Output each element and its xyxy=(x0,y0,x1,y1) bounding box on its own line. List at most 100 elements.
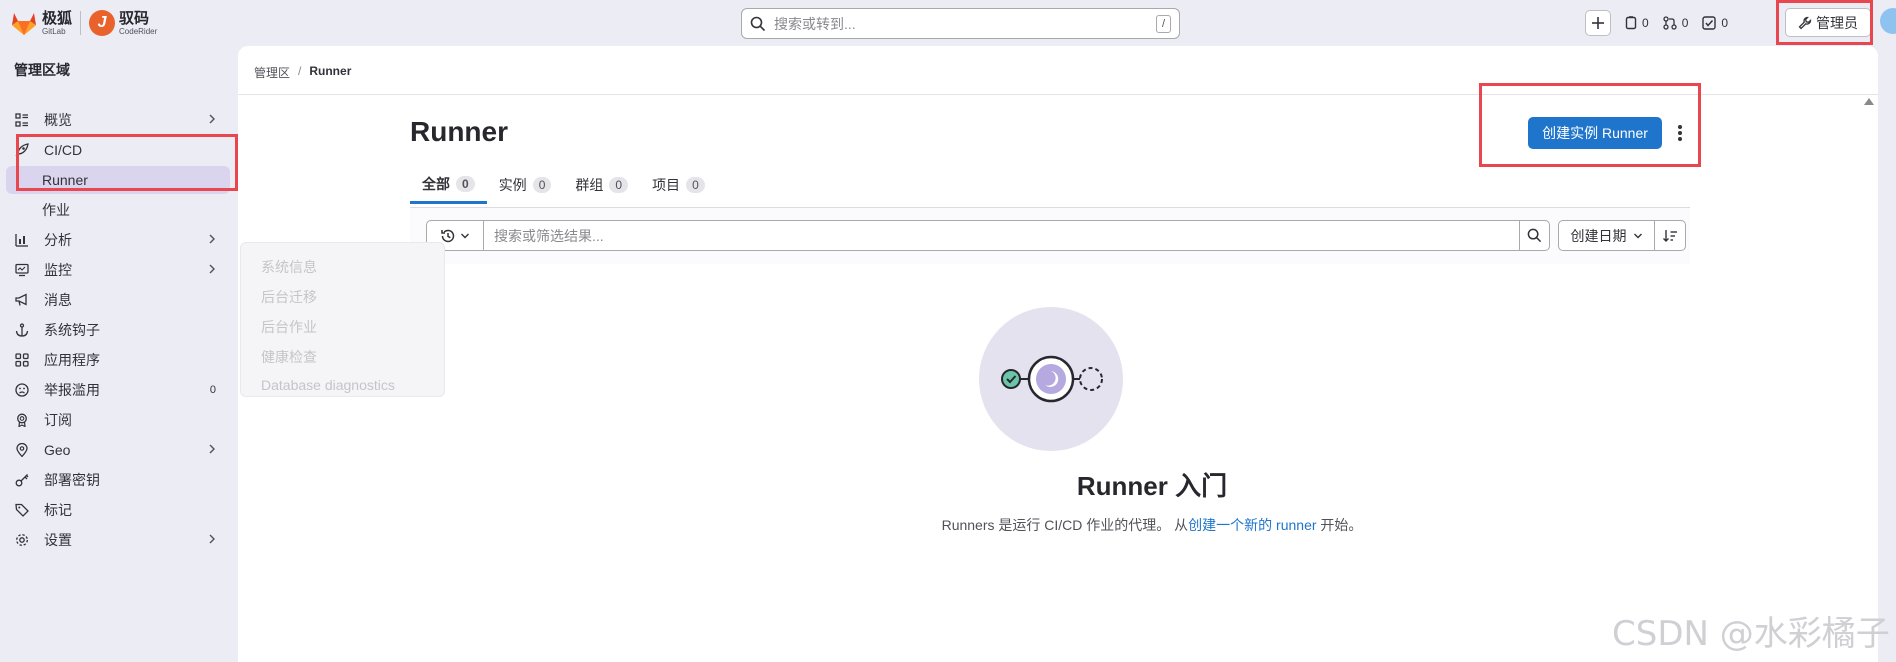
csdn-watermark: CSDN @水彩橘子 xyxy=(1612,614,1890,654)
tab-instance[interactable]: 实例 0 xyxy=(487,166,564,204)
partner-name-cn: 驭码 xyxy=(119,9,150,27)
sidebar-item-applications[interactable]: 应用程序 xyxy=(6,346,230,374)
highlight-box-admin xyxy=(1776,0,1873,45)
user-avatar[interactable] xyxy=(1880,8,1896,34)
sidebar-item-abuse-reports[interactable]: 举报滥用 0 xyxy=(6,376,230,404)
coderider-logo-icon: J xyxy=(89,10,116,36)
flyout-item[interactable]: 后台迁移 xyxy=(261,287,317,307)
sidebar-item-messages[interactable]: 消息 xyxy=(6,286,230,314)
sidebar-item-analytics[interactable]: 分析 xyxy=(6,226,230,254)
sidebar-item-system-hooks[interactable]: 系统钩子 xyxy=(6,316,230,344)
global-search[interactable]: 搜索或转到... / xyxy=(741,8,1180,39)
sidebar-item-label: Geo xyxy=(44,442,71,458)
highlight-box-create-runner xyxy=(1479,83,1701,167)
chevron-right-icon xyxy=(209,114,215,124)
merge-requests-counter[interactable]: 0 xyxy=(1663,16,1689,30)
issues-icon xyxy=(1625,16,1637,30)
issues-counter[interactable]: 0 xyxy=(1625,16,1649,30)
tab-project[interactable]: 项目 0 xyxy=(640,166,717,204)
empty-state-illustration xyxy=(979,307,1123,451)
empty-state-description: Runners 是运行 CI/CD 作业的代理。 从创建一个新的 runner … xyxy=(238,515,1878,535)
todos-count: 0 xyxy=(1721,16,1729,30)
flyout-item[interactable]: 后台作业 xyxy=(261,317,317,337)
filter-search-input[interactable]: 搜索或筛选结果... xyxy=(483,220,1520,251)
filter-bar: 搜索或筛选结果... 创建日期 xyxy=(410,208,1690,264)
sort-field-label: 创建日期 xyxy=(1570,227,1627,244)
chevron-right-icon xyxy=(209,234,215,244)
gear-icon xyxy=(14,532,30,548)
flyout-item[interactable]: 系统信息 xyxy=(261,257,317,277)
sidebar-title: 管理区域 xyxy=(14,62,70,78)
tab-count-badge: 0 xyxy=(609,177,629,193)
runner-type-tabs: 全部 0 实例 0 群组 0 项目 0 xyxy=(410,166,717,208)
tab-count-badge: 0 xyxy=(686,177,705,193)
sidebar-item-jobs[interactable]: 作业 xyxy=(6,196,230,224)
sidebar-item-subscription[interactable]: 订阅 xyxy=(6,406,230,434)
todo-check-icon xyxy=(1702,16,1717,30)
sort-direction-button[interactable] xyxy=(1654,220,1686,251)
gitlab-fox-icon xyxy=(12,13,36,35)
breadcrumb-admin-link[interactable]: 管理区 xyxy=(254,64,290,81)
top-right-actions: 0 0 0 xyxy=(1585,9,1728,37)
partner-name-en: CodeRider xyxy=(119,26,158,36)
chevron-right-icon xyxy=(209,264,215,274)
create-new-button[interactable] xyxy=(1585,10,1611,36)
page-title: Runner xyxy=(410,116,508,147)
brand-name: 极狐 GitLab xyxy=(42,11,72,36)
overview-grid-icon xyxy=(14,112,30,128)
tag-icon xyxy=(14,502,30,518)
search-shortcut-key: / xyxy=(1155,14,1171,33)
merge-request-icon xyxy=(1663,16,1677,30)
sad-face-icon xyxy=(14,382,30,398)
sidebar-item-label: 标记 xyxy=(44,502,72,518)
tab-count-badge: 0 xyxy=(532,177,552,193)
chart-bars-icon xyxy=(14,232,30,248)
highlight-box-runner xyxy=(16,134,238,191)
breadcrumb-separator: / xyxy=(298,64,302,78)
sidebar-item-label: 作业 xyxy=(42,202,70,218)
breadcrumb-current[interactable]: Runner xyxy=(309,64,351,81)
sidebar-item-geo[interactable]: Geo xyxy=(6,436,230,464)
tab-label: 全部 xyxy=(422,175,450,192)
sidebar-item-deploy-keys[interactable]: 部署密钥 xyxy=(6,466,230,494)
anchor-icon xyxy=(14,322,30,338)
location-pin-icon xyxy=(14,442,30,458)
sidebar-item-labels[interactable]: 标记 xyxy=(6,496,230,524)
todos-counter[interactable]: 0 xyxy=(1702,16,1728,30)
plus-icon xyxy=(1592,17,1604,29)
sidebar-item-label: 应用程序 xyxy=(44,352,100,368)
sort-descending-icon xyxy=(1663,229,1677,242)
tab-group[interactable]: 群组 0 xyxy=(563,166,640,204)
partner-name: 驭码 CodeRider xyxy=(119,11,157,36)
megaphone-icon xyxy=(14,292,30,308)
sidebar-item-label: 监控 xyxy=(44,262,72,278)
chevron-down-icon xyxy=(461,233,469,238)
tab-label: 群组 xyxy=(575,177,604,193)
search-icon xyxy=(750,16,766,31)
chevron-right-icon xyxy=(209,444,215,454)
search-icon xyxy=(1527,228,1542,243)
top-bar: 极狐 GitLab J 驭码 CodeRider 搜索或转到... / 0 0 … xyxy=(0,0,1896,46)
brand-logo[interactable]: 极狐 GitLab J 驭码 CodeRider xyxy=(10,8,157,38)
sidebar-item-label: 举报滥用 xyxy=(44,382,100,398)
key-icon xyxy=(14,472,30,488)
empty-desc-suffix: 开始。 xyxy=(1316,517,1363,533)
tab-all[interactable]: 全部 0 xyxy=(410,166,487,204)
brand-divider xyxy=(80,11,82,35)
abuse-reports-count: 0 xyxy=(209,384,216,396)
flyout-item[interactable]: 健康检查 xyxy=(261,347,317,367)
flyout-item[interactable]: Database diagnostics xyxy=(261,377,395,393)
filter-search-button[interactable] xyxy=(1519,220,1550,251)
merge-requests-count: 0 xyxy=(1681,16,1689,30)
sidebar-item-label: 订阅 xyxy=(44,412,72,428)
tab-label: 实例 xyxy=(498,177,527,193)
scroll-up-arrow-icon[interactable] xyxy=(1864,98,1874,105)
brand-name-en: GitLab xyxy=(42,26,66,36)
sidebar-item-settings[interactable]: 设置 xyxy=(6,526,230,554)
sidebar-item-overview[interactable]: 概览 xyxy=(6,106,230,134)
empty-state-title: Runner 入门 xyxy=(1076,471,1228,501)
issues-count: 0 xyxy=(1642,16,1649,30)
create-new-runner-link[interactable]: 创建一个新的 runner xyxy=(1188,517,1316,533)
sort-field-dropdown[interactable]: 创建日期 xyxy=(1558,220,1655,251)
sidebar-item-monitoring[interactable]: 监控 xyxy=(6,256,230,284)
